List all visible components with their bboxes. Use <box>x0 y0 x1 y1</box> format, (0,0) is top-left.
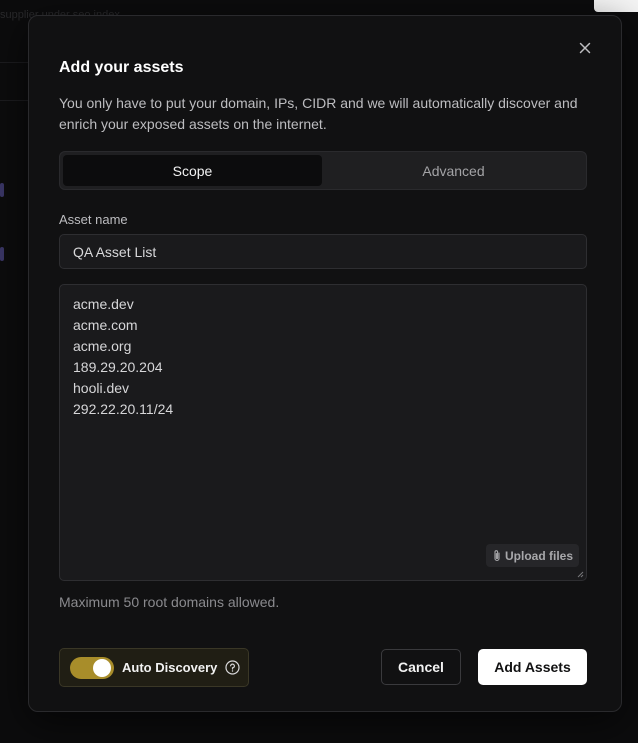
upload-files-button[interactable]: Upload files <box>485 544 579 567</box>
assets-limit-hint: Maximum 50 root domains allowed. <box>59 594 280 610</box>
asset-name-input[interactable] <box>59 234 587 269</box>
dialog-description: You only have to put your domain, IPs, C… <box>59 95 578 132</box>
toggle-knob <box>93 658 111 677</box>
asset-line: hooli.dev <box>73 380 130 396</box>
asset-line: acme.com <box>73 317 138 333</box>
cancel-button[interactable]: Cancel <box>381 649 461 685</box>
tab-advanced[interactable]: Advanced <box>324 155 583 186</box>
dialog-title: Add your assets <box>59 59 184 76</box>
background-marker <box>0 247 4 261</box>
close-icon <box>579 42 591 54</box>
upload-files-label: Upload files <box>504 548 573 563</box>
asset-line: acme.dev <box>73 296 134 312</box>
auto-discovery-label: Auto Discovery <box>122 660 218 675</box>
help-circle-icon[interactable] <box>225 660 240 675</box>
asset-line: acme.org <box>73 338 132 354</box>
resize-handle-icon[interactable] <box>576 570 584 578</box>
close-button[interactable] <box>577 40 593 56</box>
background-marker <box>0 183 4 197</box>
paperclip-icon <box>494 550 500 562</box>
add-assets-button[interactable]: Add Assets <box>478 649 587 685</box>
background-divider <box>0 100 30 101</box>
add-assets-dialog: Add your assets You only have to put you… <box>28 15 622 712</box>
background-divider <box>0 62 30 63</box>
asset-line: 292.22.20.11/24 <box>73 401 174 417</box>
asset-name-label: Asset name <box>59 212 128 227</box>
auto-discovery-control: Auto Discovery <box>59 648 249 687</box>
assets-list: acme.dev acme.com acme.org 189.29.20.204… <box>73 294 173 420</box>
auto-discovery-toggle[interactable] <box>70 656 114 679</box>
assets-textarea[interactable]: acme.dev acme.com acme.org 189.29.20.204… <box>59 284 587 581</box>
tab-scope[interactable]: Scope <box>63 155 322 186</box>
background-chip <box>594 0 638 12</box>
asset-line: 189.29.20.204 <box>73 359 163 375</box>
tab-bar: Scope Advanced <box>59 151 587 190</box>
